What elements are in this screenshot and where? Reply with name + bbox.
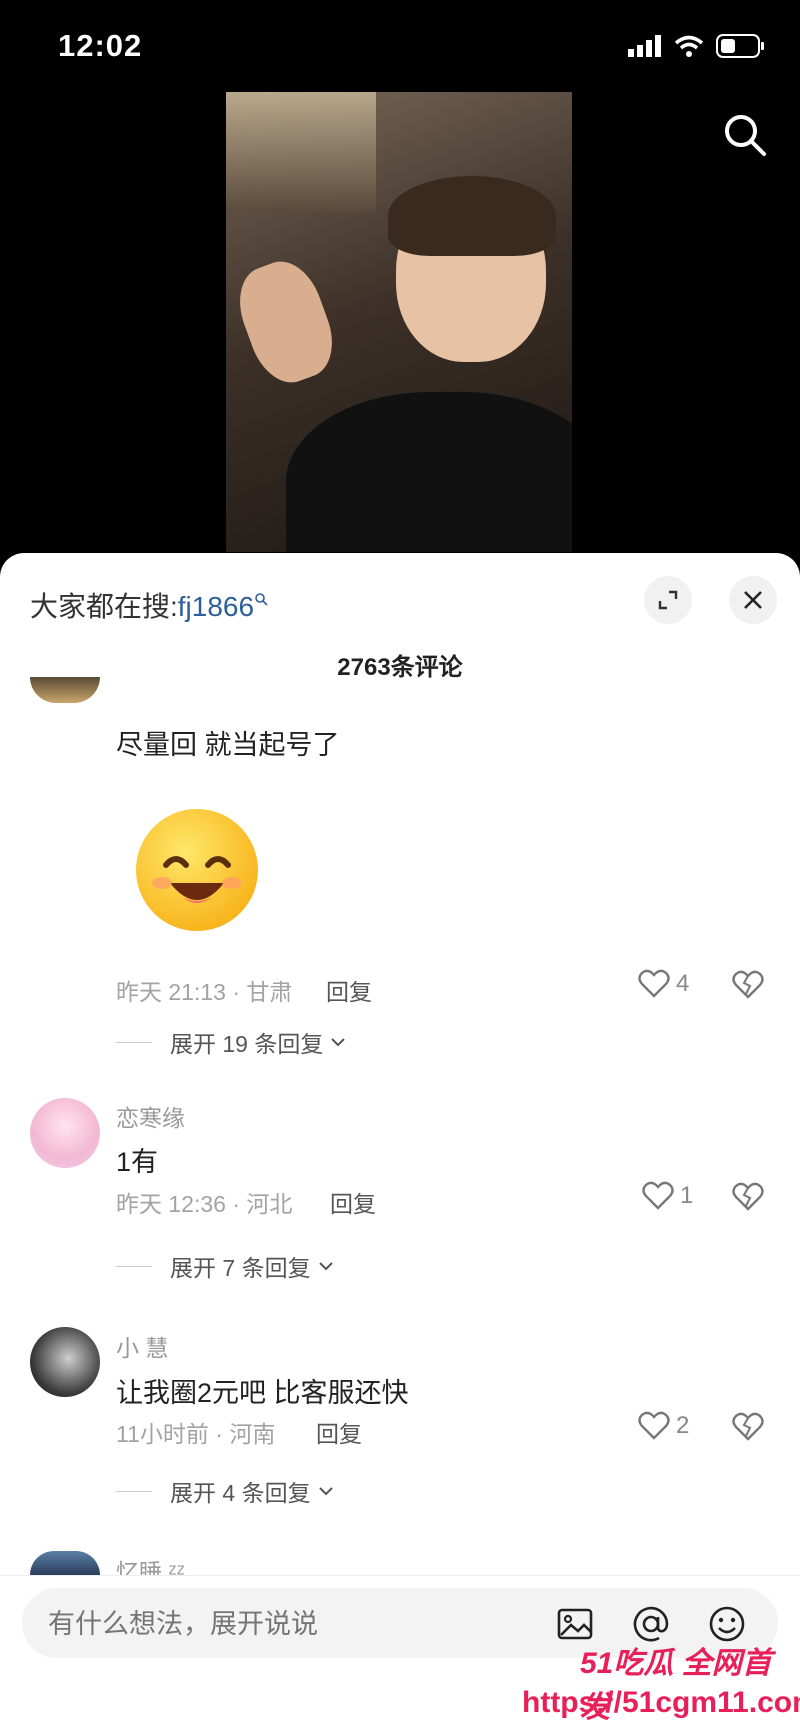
chevron-down-icon xyxy=(318,1262,333,1271)
avatar[interactable] xyxy=(30,1327,100,1397)
video-person-hair xyxy=(388,176,556,256)
expand-replies-label: 展开 7 条回复 xyxy=(170,1255,311,1281)
comment-username[interactable]: 恋寒缘 xyxy=(116,1099,185,1133)
comment-count: 2763条评论 xyxy=(337,654,463,681)
comment-meta: 昨天 21:13 · 甘肃 xyxy=(116,979,293,1005)
heart-icon xyxy=(638,969,670,998)
chevron-down-icon xyxy=(331,1038,346,1047)
hot-search-keyword[interactable]: fj1866 xyxy=(178,591,254,622)
expand-icon xyxy=(658,590,678,610)
reply-button[interactable]: 回复 xyxy=(326,973,372,1007)
comment-input[interactable] xyxy=(46,1588,550,1660)
broken-heart-icon xyxy=(732,970,764,999)
dislike-button[interactable] xyxy=(732,1412,764,1447)
hot-search[interactable]: 大家都在搜:fj1866 xyxy=(30,585,268,625)
avatar[interactable] xyxy=(30,1551,100,1575)
expand-replies-label: 展开 19 条回复 xyxy=(170,1031,324,1057)
like-button[interactable]: 4 xyxy=(638,969,689,999)
divider-line xyxy=(116,1265,152,1267)
dislike-button[interactable] xyxy=(732,970,764,1005)
comment-meta: 昨天 12:36 · 河北 xyxy=(116,1191,293,1217)
search-icon xyxy=(725,115,766,156)
wifi-icon xyxy=(674,35,704,57)
comment-text: 让我圈2元吧 比客服还快 xyxy=(116,1378,409,1408)
smile-emoji-sticker xyxy=(136,809,258,931)
chevron-down-icon xyxy=(318,1487,333,1496)
status-icons xyxy=(628,34,766,58)
comment-text: 1有 xyxy=(116,1147,159,1177)
battery-icon xyxy=(716,34,764,58)
heart-icon xyxy=(642,1181,674,1210)
divider-line xyxy=(116,1041,152,1043)
watermark-url: https://51cgm11.com xyxy=(522,1686,800,1719)
close-icon xyxy=(744,591,762,609)
expand-replies-button[interactable]: 展开 19 条回复 xyxy=(116,1025,347,1059)
video-player[interactable] xyxy=(226,92,572,552)
close-sheet-button[interactable] xyxy=(729,576,777,624)
expand-sheet-button[interactable] xyxy=(644,576,692,624)
signal-icon xyxy=(628,35,661,57)
comment-meta: 11小时前 · 河南 xyxy=(116,1421,276,1447)
reply-button[interactable]: 回复 xyxy=(316,1415,362,1449)
avatar[interactable] xyxy=(30,1098,100,1168)
reply-button[interactable]: 回复 xyxy=(330,1185,376,1219)
search-button[interactable] xyxy=(720,110,770,160)
heart-icon xyxy=(638,1411,670,1440)
divider-line xyxy=(116,1490,152,1492)
expand-replies-button[interactable]: 展开 4 条回复 xyxy=(116,1474,335,1508)
comment-username[interactable]: 小 慧 xyxy=(116,1329,168,1363)
expand-replies-button[interactable]: 展开 7 条回复 xyxy=(116,1249,335,1283)
status-time: 12:02 xyxy=(58,28,143,63)
broken-heart-icon xyxy=(732,1182,764,1211)
video-hand xyxy=(227,251,345,393)
comment-sheet: 大家都在搜:fj1866 2763条评论 尽量回 就当起号了 昨天 21:13 … xyxy=(0,553,800,1733)
like-count: 2 xyxy=(676,1412,690,1439)
like-count: 1 xyxy=(680,1182,694,1209)
like-button[interactable]: 1 xyxy=(642,1181,693,1211)
hot-search-label: 大家都在搜: xyxy=(30,591,178,622)
smile-emoji-icon xyxy=(152,856,242,903)
expand-replies-label: 展开 4 条回复 xyxy=(170,1480,311,1506)
avatar[interactable] xyxy=(30,677,100,703)
dislike-button[interactable] xyxy=(732,1182,764,1217)
status-bar: 12:02 xyxy=(0,0,800,90)
comment-text: 尽量回 就当起号了 xyxy=(116,730,340,760)
like-button[interactable]: 2 xyxy=(638,1411,689,1441)
like-count: 4 xyxy=(676,970,690,997)
video-background-shelf xyxy=(226,92,376,212)
search-icon xyxy=(255,592,268,606)
broken-heart-icon xyxy=(732,1412,764,1441)
video-person-body xyxy=(286,392,572,552)
